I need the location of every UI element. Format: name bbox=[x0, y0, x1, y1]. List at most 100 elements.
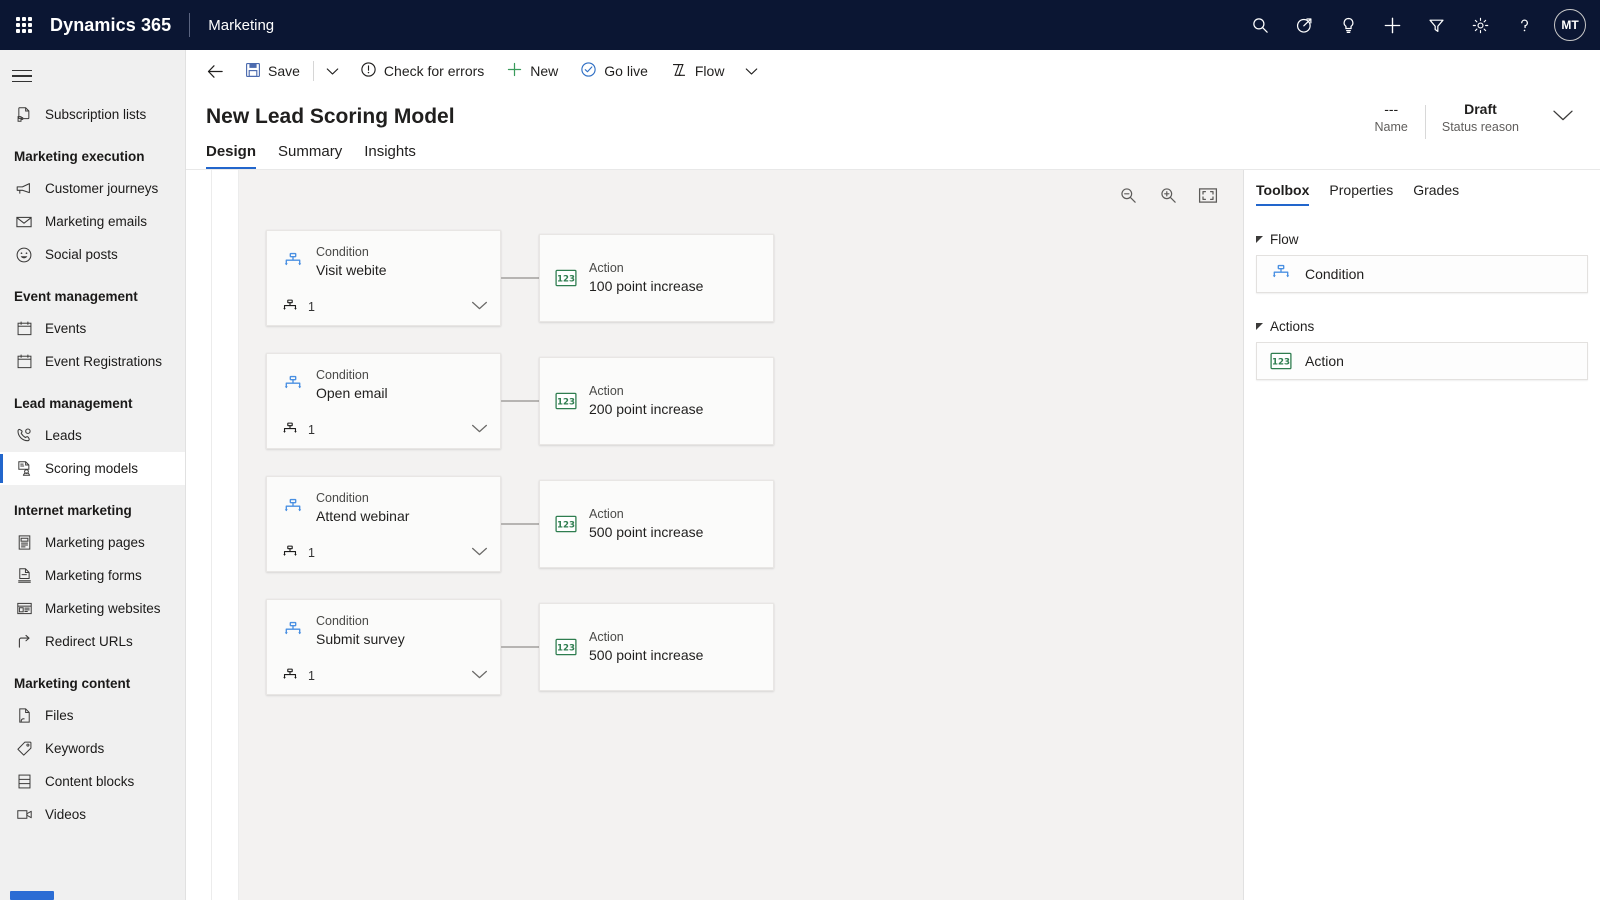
collapse-triangle-icon bbox=[1256, 236, 1263, 243]
svg-text:123: 123 bbox=[557, 397, 575, 407]
redirect-arrow-icon bbox=[14, 632, 34, 652]
flow-row: Condition Open email 1 123 Action 200 point i… bbox=[266, 339, 774, 462]
panel-tab-properties[interactable]: Properties bbox=[1329, 182, 1393, 206]
condition-name-label: Open email bbox=[316, 384, 388, 401]
app-launcher-icon[interactable] bbox=[0, 0, 48, 50]
toolbox-item-condition[interactable]: Condition bbox=[1256, 255, 1588, 293]
fit-to-screen-icon[interactable] bbox=[1195, 182, 1221, 208]
expand-chevron-down-icon[interactable] bbox=[471, 298, 488, 316]
numeric-123-icon: 123 bbox=[1270, 352, 1292, 370]
new-button[interactable]: New bbox=[495, 52, 569, 90]
tab-design[interactable]: Design bbox=[206, 143, 257, 169]
sidebar-item-redirect-urls[interactable]: Redirect URLs bbox=[0, 625, 185, 658]
zoom-in-icon[interactable] bbox=[1155, 182, 1181, 208]
panel-tab-strip: Toolbox Properties Grades bbox=[1244, 182, 1600, 206]
canvas-left-rail-2 bbox=[212, 170, 239, 900]
sidebar-item-subscription-lists[interactable]: Subscription lists bbox=[0, 98, 185, 131]
sidebar-item-event-registrations[interactable]: Event Registrations bbox=[0, 345, 185, 378]
condition-card[interactable]: Condition Attend webinar 1 bbox=[266, 475, 501, 572]
sidebar-item-events[interactable]: Events bbox=[0, 312, 185, 345]
condition-card-text: Condition Open email bbox=[316, 367, 388, 403]
waffle-grid bbox=[16, 17, 32, 33]
avatar[interactable]: MT bbox=[1554, 9, 1586, 41]
panel-sections: Flow Condition Actions 123 Action bbox=[1244, 206, 1600, 380]
megaphone-icon bbox=[14, 179, 34, 199]
flow-overflow-button[interactable] bbox=[735, 52, 768, 90]
svg-text:123: 123 bbox=[557, 274, 575, 284]
tab-summary[interactable]: Summary bbox=[278, 143, 342, 169]
toolbox-item-action[interactable]: 123 Action bbox=[1256, 342, 1588, 380]
go-live-button[interactable]: Go live bbox=[569, 52, 659, 90]
sidebar-scrollbar-thumb[interactable] bbox=[10, 891, 54, 900]
condition-card[interactable]: Condition Visit webite 1 bbox=[266, 229, 501, 326]
sidebar-item-marketing-websites[interactable]: Marketing websites bbox=[0, 592, 185, 625]
smiley-icon bbox=[14, 245, 34, 265]
condition-card-text: Condition Attend webinar bbox=[316, 490, 409, 526]
app-area-name[interactable]: Marketing bbox=[208, 17, 274, 34]
sidebar: Subscription lists Marketing execution Cus… bbox=[0, 50, 186, 900]
flow-button[interactable]: Flow bbox=[659, 52, 736, 90]
action-card[interactable]: 123 Action 500 point increase bbox=[539, 479, 774, 568]
panel-tab-toolbox[interactable]: Toolbox bbox=[1256, 182, 1310, 206]
sidebar-item-marketing-emails[interactable]: Marketing emails bbox=[0, 205, 185, 238]
sidebar-item-keywords[interactable]: Keywords bbox=[0, 732, 185, 765]
branch-count-label: 1 bbox=[308, 422, 315, 437]
brand-name[interactable]: Dynamics 365 bbox=[50, 15, 171, 36]
branch-count-icon bbox=[281, 667, 299, 685]
svg-text:123: 123 bbox=[1272, 357, 1290, 367]
action-card-text: Action 200 point increase bbox=[589, 383, 703, 419]
panel-tab-grades[interactable]: Grades bbox=[1413, 182, 1459, 206]
hamburger-menu-icon[interactable] bbox=[0, 54, 185, 98]
designer-canvas[interactable]: Condition Visit webite 1 123 Action 100 point… bbox=[239, 170, 1243, 900]
filter-icon[interactable] bbox=[1414, 0, 1458, 50]
chevron-down-icon bbox=[745, 63, 758, 79]
save-overflow-button[interactable] bbox=[316, 52, 349, 90]
action-card[interactable]: 123 Action 100 point increase bbox=[539, 233, 774, 322]
sidebar-item-label: Subscription lists bbox=[45, 107, 147, 122]
expand-chevron-down-icon[interactable] bbox=[471, 667, 488, 685]
sidebar-item-marketing-forms[interactable]: Marketing forms bbox=[0, 559, 185, 592]
expand-chevron-down-icon[interactable] bbox=[471, 421, 488, 439]
action-card[interactable]: 123 Action 200 point increase bbox=[539, 356, 774, 445]
sidebar-item-content-blocks[interactable]: Content blocks bbox=[0, 765, 185, 798]
save-button[interactable]: Save bbox=[234, 52, 311, 90]
action-type-label: Action bbox=[589, 383, 624, 398]
add-icon[interactable] bbox=[1370, 0, 1414, 50]
sidebar-item-leads[interactable]: Leads bbox=[0, 419, 185, 452]
flow-rows: Condition Visit webite 1 123 Action 100 point… bbox=[266, 216, 774, 708]
sidebar-item-scoring-models[interactable]: Scoring models bbox=[0, 452, 185, 485]
sidebar-item-customer-journeys[interactable]: Customer journeys bbox=[0, 172, 185, 205]
lightbulb-icon[interactable] bbox=[1326, 0, 1370, 50]
header-expand-chevron-down-icon[interactable] bbox=[1536, 109, 1580, 127]
condition-card[interactable]: Condition Submit survey 1 bbox=[266, 598, 501, 695]
panel-section-flow[interactable]: Flow bbox=[1244, 206, 1600, 255]
header-field-label: Status reason bbox=[1441, 120, 1519, 134]
error-circle-icon bbox=[360, 61, 377, 81]
command-separator bbox=[312, 61, 314, 81]
sidebar-item-files[interactable]: Files bbox=[0, 699, 185, 732]
sidebar-item-marketing-pages[interactable]: Marketing pages bbox=[0, 526, 185, 559]
check-for-errors-button[interactable]: Check for errors bbox=[349, 52, 495, 90]
condition-card[interactable]: Condition Open email 1 bbox=[266, 352, 501, 449]
condition-branch-icon bbox=[280, 620, 306, 642]
sidebar-item-social-posts[interactable]: Social posts bbox=[0, 238, 185, 271]
header-field-name[interactable]: --- Name bbox=[1358, 101, 1425, 134]
condition-type-label: Condition bbox=[316, 490, 369, 505]
gear-icon[interactable] bbox=[1458, 0, 1502, 50]
search-icon[interactable] bbox=[1238, 0, 1282, 50]
condition-name-label: Submit survey bbox=[316, 630, 405, 647]
assistant-icon[interactable] bbox=[1282, 0, 1326, 50]
website-icon bbox=[14, 599, 34, 619]
numeric-123-icon: 123 bbox=[553, 515, 579, 533]
action-card[interactable]: 123 Action 500 point increase bbox=[539, 602, 774, 691]
help-icon[interactable] bbox=[1502, 0, 1546, 50]
tab-insights[interactable]: Insights bbox=[364, 143, 416, 169]
sidebar-item-videos[interactable]: Videos bbox=[0, 798, 185, 831]
header-field-status-reason[interactable]: Draft Status reason bbox=[1424, 101, 1536, 139]
action-type-label: Action bbox=[589, 260, 624, 275]
panel-section-actions[interactable]: Actions bbox=[1244, 293, 1600, 342]
back-arrow-icon[interactable] bbox=[196, 52, 234, 90]
expand-chevron-down-icon[interactable] bbox=[471, 544, 488, 562]
zoom-out-icon[interactable] bbox=[1115, 182, 1141, 208]
canvas-left-rail bbox=[186, 170, 212, 900]
